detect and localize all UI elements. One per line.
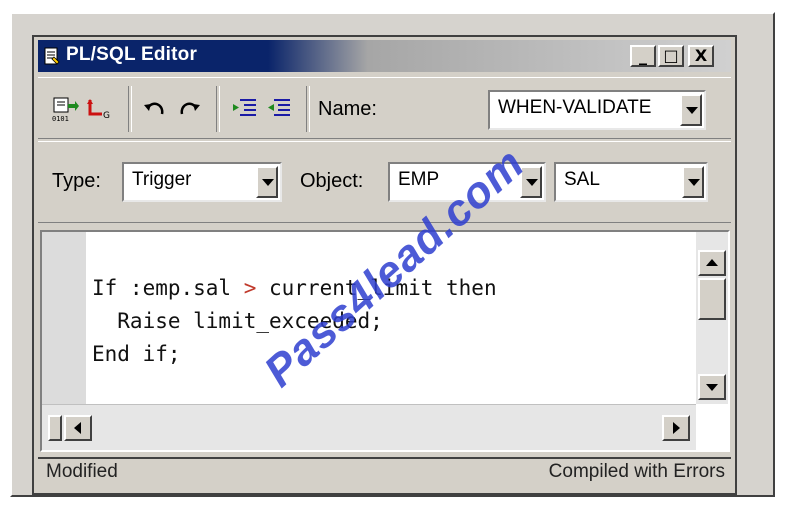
horizontal-scrollbar[interactable] [42, 404, 696, 450]
code-editor[interactable]: If :emp.sal > current_limit then Raise l… [40, 230, 730, 452]
scroll-right-icon[interactable] [662, 415, 690, 441]
chevron-down-icon[interactable] [682, 166, 704, 198]
redo-icon[interactable] [174, 96, 204, 122]
editor-gutter [42, 232, 86, 404]
plsql-editor-window: PL/SQL Editor _ □ X 0101 G Name: WHEN-VA… [32, 35, 737, 495]
undo-icon[interactable] [140, 96, 170, 122]
chevron-down-icon[interactable] [256, 166, 278, 198]
item-select[interactable]: SAL [554, 162, 708, 202]
scroll-thumb-horizontal[interactable] [48, 415, 62, 441]
type-select[interactable]: Trigger [122, 162, 282, 202]
name-select[interactable]: WHEN-VALIDATE [488, 90, 706, 130]
document-icon [44, 47, 60, 65]
type-label: Type: [52, 170, 101, 192]
toolbar-separator [128, 86, 132, 132]
comparison-operator: > [243, 276, 257, 300]
object-value: EMP [398, 169, 440, 190]
close-button[interactable]: X [688, 45, 714, 67]
status-modified: Modified [46, 461, 118, 482]
code-line-3: End if; [92, 342, 181, 366]
object-select[interactable]: EMP [388, 162, 546, 202]
toolbar-separator [216, 86, 220, 132]
title-bar[interactable]: PL/SQL Editor _ □ X [38, 40, 731, 72]
code-line-1: If :emp.sal > current_limit then [92, 276, 497, 300]
toolbar-separator [306, 86, 310, 132]
status-bar: Modified Compiled with Errors [38, 457, 731, 491]
scroll-up-icon[interactable] [698, 250, 726, 276]
scroll-left-icon[interactable] [64, 415, 92, 441]
type-value: Trigger [132, 169, 192, 190]
name-value: WHEN-VALIDATE [498, 97, 652, 118]
minimize-button[interactable]: _ [630, 45, 656, 67]
svg-text:0101: 0101 [52, 115, 69, 122]
object-label: Object: [300, 170, 364, 192]
scroll-thumb[interactable] [698, 278, 726, 320]
code-text[interactable]: If :emp.sal > current_limit then Raise l… [92, 272, 497, 371]
chevron-down-icon[interactable] [520, 166, 542, 198]
chevron-down-icon[interactable] [680, 94, 702, 126]
maximize-button[interactable]: □ [658, 45, 684, 67]
object-bar: Type: Trigger Object: EMP SAL [38, 141, 731, 223]
scroll-down-icon[interactable] [698, 374, 726, 400]
item-value: SAL [564, 169, 600, 190]
outdent-icon[interactable] [264, 96, 294, 122]
editor-toolbar: 0101 G Name: WHEN-VALIDATE [38, 77, 731, 139]
indent-icon[interactable] [230, 96, 260, 122]
status-compile-result: Compiled with Errors [548, 461, 725, 482]
compile-icon[interactable]: 0101 [50, 96, 80, 122]
vertical-scrollbar[interactable] [696, 232, 728, 404]
revert-icon[interactable]: G [84, 96, 114, 122]
window-title: PL/SQL Editor [66, 44, 198, 65]
name-label: Name: [318, 98, 377, 120]
svg-text:G: G [103, 111, 110, 121]
status-divider [38, 457, 731, 459]
code-line-2: Raise limit_exceeded; [92, 309, 383, 333]
